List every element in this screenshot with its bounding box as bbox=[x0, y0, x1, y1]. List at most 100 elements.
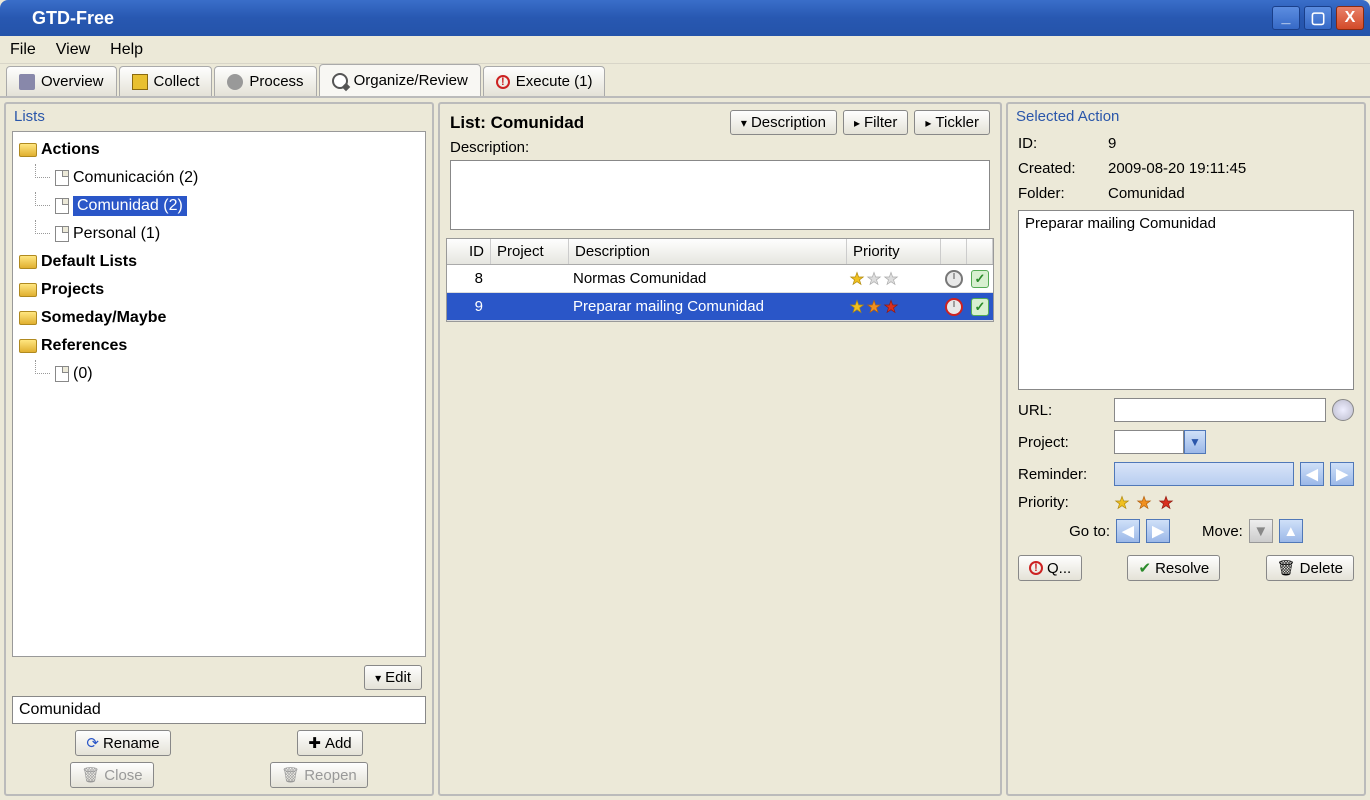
tab-execute[interactable]: !Execute (1) bbox=[483, 66, 606, 96]
magnifier-icon bbox=[332, 73, 348, 89]
close-list-button[interactable]: 🗑Close bbox=[70, 762, 153, 788]
clock-icon[interactable] bbox=[945, 270, 963, 288]
star-icon bbox=[866, 299, 882, 315]
tab-process[interactable]: Process bbox=[214, 66, 316, 96]
star-icon bbox=[883, 271, 899, 287]
menu-help[interactable]: Help bbox=[110, 41, 143, 59]
url-input[interactable] bbox=[1114, 398, 1326, 422]
minimize-button[interactable]: _ bbox=[1272, 6, 1300, 30]
folder-icon bbox=[19, 339, 37, 353]
trash-icon: 🗑 bbox=[1277, 559, 1296, 577]
priority-cell[interactable] bbox=[847, 271, 941, 287]
folder-icon bbox=[19, 143, 37, 157]
chevron-down-icon[interactable]: ▼ bbox=[1184, 430, 1206, 454]
created-value: 2009-08-20 19:11:45 bbox=[1108, 160, 1246, 177]
star-icon[interactable] bbox=[1158, 495, 1174, 511]
lists-tree[interactable]: Actions Comunicación (2) Comunidad (2) P… bbox=[12, 131, 426, 657]
tab-overview-label: Overview bbox=[41, 73, 104, 90]
tickler-toggle[interactable]: ▸Tickler bbox=[914, 110, 990, 135]
tree-item-comunidad[interactable]: Comunidad (2) bbox=[15, 192, 423, 220]
list-heading: List: Comunidad bbox=[450, 113, 584, 133]
star-icon bbox=[849, 299, 865, 315]
tree-group-someday[interactable]: Someday/Maybe bbox=[15, 304, 423, 332]
refresh-icon: ⟳ bbox=[86, 734, 99, 752]
star-icon bbox=[866, 271, 882, 287]
reminder-input[interactable] bbox=[1114, 462, 1294, 486]
move-down[interactable]: ▼ bbox=[1249, 519, 1273, 543]
priority-stars[interactable] bbox=[1114, 495, 1174, 511]
globe-icon[interactable] bbox=[1332, 399, 1354, 421]
tree-group-references[interactable]: References bbox=[15, 332, 423, 360]
lists-title: Lists bbox=[6, 104, 432, 129]
overview-icon bbox=[19, 74, 35, 90]
grid-row-8[interactable]: 8 Normas Comunidad ✓ bbox=[447, 265, 993, 293]
move-label: Move: bbox=[1202, 523, 1243, 540]
folder-icon bbox=[19, 255, 37, 269]
folder-value: Comunidad bbox=[1108, 185, 1185, 202]
col-id[interactable]: ID bbox=[447, 239, 491, 264]
menu-bar: File View Help bbox=[0, 36, 1370, 64]
lists-panel: Lists Actions Comunicación (2) Comunidad… bbox=[4, 102, 434, 796]
tree-group-projects[interactable]: Projects bbox=[15, 276, 423, 304]
file-icon bbox=[55, 226, 69, 242]
clock-icon[interactable] bbox=[945, 298, 963, 316]
check-icon: ✔ bbox=[1138, 559, 1151, 577]
project-combo[interactable]: ▼ bbox=[1114, 430, 1206, 454]
action-description-textarea[interactable]: Preparar mailing Comunidad bbox=[1018, 210, 1354, 390]
tree-item-ref0[interactable]: (0) bbox=[15, 360, 423, 388]
queue-button[interactable]: !Q... bbox=[1018, 555, 1082, 581]
created-label: Created: bbox=[1018, 160, 1108, 177]
plus-icon: ✚ bbox=[308, 734, 321, 752]
tree-group-default[interactable]: Default Lists bbox=[15, 248, 423, 276]
reopen-icon: 🗑 bbox=[281, 766, 300, 784]
folder-icon bbox=[19, 283, 37, 297]
add-button[interactable]: ✚Add bbox=[297, 730, 362, 756]
star-icon[interactable] bbox=[1136, 495, 1152, 511]
close-button[interactable]: X bbox=[1336, 6, 1364, 30]
goto-prev[interactable]: ◀ bbox=[1116, 519, 1140, 543]
tab-collect[interactable]: Collect bbox=[119, 66, 213, 96]
goto-next[interactable]: ▶ bbox=[1146, 519, 1170, 543]
center-panel: List: Comunidad ▾Description ▸Filter ▸Ti… bbox=[438, 102, 1002, 796]
tab-bar: Overview Collect Process Organize/Review… bbox=[0, 64, 1370, 98]
folder-label: Folder: bbox=[1018, 185, 1108, 202]
reminder-label: Reminder: bbox=[1018, 466, 1108, 483]
check-icon[interactable]: ✓ bbox=[971, 298, 989, 316]
col-priority[interactable]: Priority bbox=[847, 239, 941, 264]
description-toggle[interactable]: ▾Description bbox=[730, 110, 837, 135]
goto-label: Go to: bbox=[1069, 523, 1110, 540]
priority-cell[interactable] bbox=[847, 299, 941, 315]
alert-icon: ! bbox=[1029, 561, 1043, 575]
col-extra1 bbox=[941, 239, 967, 264]
check-icon[interactable]: ✓ bbox=[971, 270, 989, 288]
menu-file[interactable]: File bbox=[10, 41, 36, 59]
maximize-button[interactable]: ▢ bbox=[1304, 6, 1332, 30]
description-textarea[interactable] bbox=[450, 160, 990, 230]
grid-row-9[interactable]: 9 Preparar mailing Comunidad ✓ bbox=[447, 293, 993, 321]
reopen-button[interactable]: 🗑Reopen bbox=[270, 762, 368, 788]
tree-group-actions[interactable]: Actions bbox=[15, 136, 423, 164]
delete-button[interactable]: 🗑Delete bbox=[1266, 555, 1354, 581]
tree-item-comunicacion[interactable]: Comunicación (2) bbox=[15, 164, 423, 192]
col-extra2 bbox=[967, 239, 993, 264]
list-name-input[interactable] bbox=[12, 696, 426, 724]
reminder-next[interactable]: ▶ bbox=[1330, 462, 1354, 486]
filter-toggle[interactable]: ▸Filter bbox=[843, 110, 908, 135]
star-icon[interactable] bbox=[1114, 495, 1130, 511]
move-up[interactable]: ▲ bbox=[1279, 519, 1303, 543]
resolve-button[interactable]: ✔Resolve bbox=[1127, 555, 1220, 581]
rename-button[interactable]: ⟳Rename bbox=[75, 730, 170, 756]
alert-icon: ! bbox=[496, 75, 510, 89]
tab-overview[interactable]: Overview bbox=[6, 66, 117, 96]
col-project[interactable]: Project bbox=[491, 239, 569, 264]
actions-grid: ID Project Description Priority 8 Normas… bbox=[446, 238, 994, 322]
tab-organize[interactable]: Organize/Review bbox=[319, 64, 481, 96]
trash-icon: 🗑 bbox=[81, 766, 100, 784]
folder-icon bbox=[19, 311, 37, 325]
app-icon bbox=[6, 9, 24, 27]
reminder-prev[interactable]: ◀ bbox=[1300, 462, 1324, 486]
tree-item-personal[interactable]: Personal (1) bbox=[15, 220, 423, 248]
edit-button[interactable]: ▾Edit bbox=[364, 665, 422, 690]
menu-view[interactable]: View bbox=[56, 41, 90, 59]
col-description[interactable]: Description bbox=[569, 239, 847, 264]
